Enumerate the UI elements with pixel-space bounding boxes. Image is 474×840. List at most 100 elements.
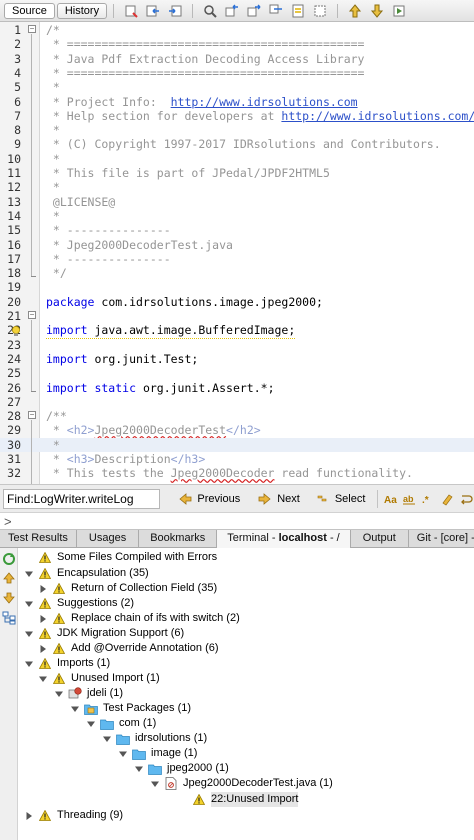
history-tab[interactable]: History [56,2,108,19]
find-input[interactable]: Find:LogWriter.writeLog [3,488,161,509]
tree-node[interactable]: jdeli (1) [54,686,123,701]
next-bookmark-icon[interactable] [366,2,388,20]
code-line[interactable]: 14 * [0,209,474,223]
expanded-chevron-icon[interactable] [24,599,34,609]
code-line[interactable]: 9 * (C) Copyright 1997-2017 IDRsolutions… [0,137,474,151]
prev-match-icon[interactable] [265,2,287,20]
expanded-chevron-icon[interactable] [102,734,112,744]
toggle-rect-select-icon[interactable] [309,2,331,20]
expanded-chevron-icon[interactable] [134,764,144,774]
highlight-results-icon[interactable] [440,490,455,508]
tree-node[interactable]: idrsolutions (1) [102,731,207,746]
toggle-highlight-icon[interactable] [287,2,309,20]
collapsed-chevron-icon[interactable] [38,584,48,594]
code-line[interactable]: 10 * [0,152,474,166]
code-line[interactable]: 27 [0,395,474,409]
code-line[interactable]: 18 */ [0,266,474,280]
tree-node[interactable]: image (1) [118,746,197,761]
code-editor[interactable]: 1/* 2 * =================================… [0,22,474,484]
code-line[interactable]: 26 import static org.junit.Assert.*; [0,381,474,395]
fold-toggle-icon[interactable]: − [28,311,36,319]
tree-node[interactable]: Threading (9) [24,808,123,823]
tab-test-results[interactable]: Test Results [0,530,77,548]
forward-icon[interactable] [164,2,186,20]
tab-terminal[interactable]: Terminal - localhost - / [217,530,351,548]
expanded-chevron-icon[interactable] [86,719,96,729]
source-tab[interactable]: Source [4,2,55,19]
code-line[interactable]: 15 * --------------- [0,223,474,237]
tree-node[interactable]: Add @Override Annotation (6) [38,641,219,656]
code-line[interactable]: 28 /** [0,409,474,423]
collapsed-chevron-icon[interactable] [38,644,48,654]
tree-node[interactable]: JDK Migration Support (6) [24,626,184,641]
code-line[interactable]: 8 * [0,123,474,137]
tree-node[interactable]: Replace chain of ifs with switch (2) [38,611,240,626]
code-line[interactable]: 19 [0,280,474,294]
fold-toggle-icon[interactable]: − [28,411,36,419]
expanded-chevron-icon[interactable] [118,749,128,759]
code-line[interactable]: 17 * --------------- [0,252,474,266]
code-line[interactable]: 24 import org.junit.Test; [0,352,474,366]
collapsed-chevron-icon[interactable] [24,811,34,821]
code-line[interactable]: 12 * [0,180,474,194]
search-icon[interactable] [199,2,221,20]
code-line[interactable]: 16 * Jpeg2000DecoderTest.java [0,238,474,252]
previous-result-icon[interactable] [2,571,16,585]
expanded-chevron-icon[interactable] [70,704,80,714]
back-icon[interactable] [142,2,164,20]
code-line[interactable]: 25 [0,366,474,380]
tab-output[interactable]: Output [351,530,409,548]
code-line[interactable]: 22import java.awt.image.BufferedImage; [0,323,474,339]
find-next-button[interactable]: Next [258,489,300,509]
comment-link[interactable]: http://www.idrsolutions.com [171,95,358,109]
code-line[interactable]: 13 @LICENSE@ [0,195,474,209]
code-line[interactable]: 23 [0,338,474,352]
next-occurrence-icon[interactable] [243,2,265,20]
match-case-icon[interactable]: Aa [382,490,397,508]
tree-node[interactable]: 22:Unused Import [178,792,299,807]
expanded-chevron-icon[interactable] [150,779,160,789]
bookmark-icon[interactable] [388,2,410,20]
tree-node[interactable]: Some Files Compiled with Errors [24,550,217,565]
tree-node[interactable]: com (1) [86,716,156,731]
code-line[interactable]: 5 * [0,80,474,94]
last-edit-icon[interactable] [120,2,142,20]
hint-bulb-icon[interactable] [11,326,21,337]
whole-words-icon[interactable]: ab [401,490,416,508]
code-line[interactable]: 2 * ====================================… [0,37,474,51]
tab-git[interactable]: Git - [core] - [409,530,474,548]
code-line[interactable]: 32 * This tests the Jpeg2000Decoder read… [0,466,474,480]
fold-toggle-icon[interactable]: − [28,25,36,33]
tree-node[interactable]: Suggestions (2) [24,596,134,611]
expanded-chevron-icon[interactable] [24,629,34,639]
tree-node[interactable]: Imports (1) [24,656,110,671]
code-line[interactable]: 7 * Help section for developers at http:… [0,109,474,123]
wrap-around-icon[interactable] [459,490,474,508]
code-line[interactable]: 3 * Java Pdf Extraction Decoding Access … [0,52,474,66]
regex-icon[interactable]: .* [421,490,436,508]
refresh-icon[interactable] [2,552,16,566]
code-line[interactable]: 1 /* [0,23,474,37]
code-line[interactable]: 21 [0,309,474,323]
categorize-icon[interactable] [2,611,16,625]
find-previous-button[interactable]: Previous [178,489,240,509]
tree-node[interactable]: Encapsulation (35) [24,566,149,581]
code-line[interactable]: 31 * <h3>Description</h3> [0,452,474,466]
next-result-icon[interactable] [2,591,16,605]
code-line[interactable]: 6 * Project Info: http://www.idrsolution… [0,95,474,109]
find-select-button[interactable]: Select [316,489,365,509]
expanded-chevron-icon[interactable] [54,689,64,699]
quick-command-line[interactable]: > [0,512,474,530]
prev-bookmark-icon[interactable] [344,2,366,20]
collapsed-chevron-icon[interactable] [38,614,48,624]
expanded-chevron-icon[interactable] [24,569,34,579]
code-line[interactable]: 20 package com.idrsolutions.image.jpeg200… [0,295,474,309]
tree-node[interactable]: jpeg2000 (1) [134,761,229,776]
tree-node[interactable]: Return of Collection Field (35) [38,581,217,596]
tab-usages[interactable]: Usages [77,530,140,548]
code-line[interactable]: 29 * <h2>Jpeg2000DecoderTest</h2> [0,423,474,437]
tree-node[interactable]: Test Packages (1) [70,701,191,716]
expanded-chevron-icon[interactable] [38,674,48,684]
tree-node[interactable]: Jpeg2000DecoderTest.java (1) [150,776,333,791]
code-line[interactable]: 4 * ====================================… [0,66,474,80]
